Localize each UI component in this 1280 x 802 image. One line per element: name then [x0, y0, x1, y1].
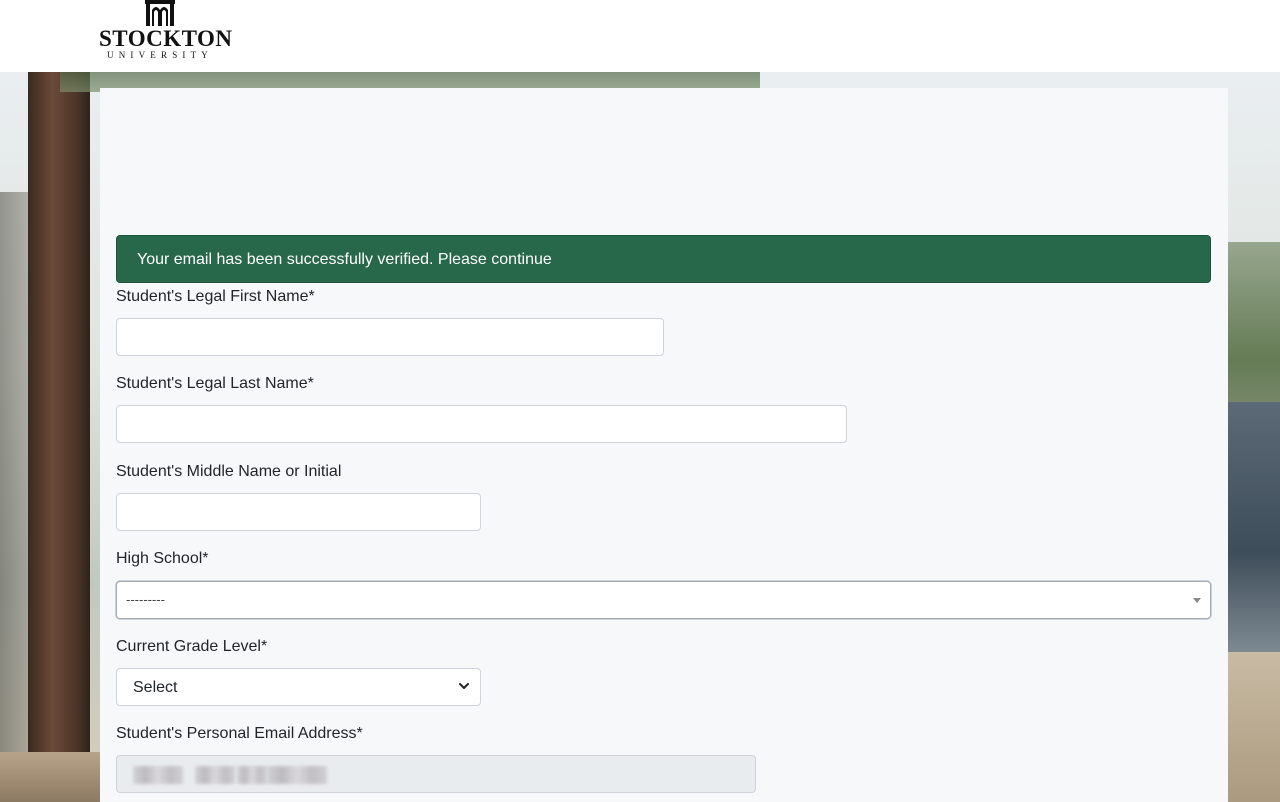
redacted-blur — [195, 766, 235, 784]
email-label: Student's Personal Email Address* — [116, 725, 363, 742]
tower-icon — [145, 0, 175, 26]
first-name-label: Student's Legal First Name* — [116, 288, 315, 305]
last-name-input[interactable] — [116, 405, 847, 443]
email-input[interactable] — [116, 755, 756, 793]
grade-level-selected: Select — [133, 679, 178, 696]
high-school-label: High School* — [116, 550, 209, 567]
redacted-blur — [237, 766, 267, 784]
middle-name-input[interactable] — [116, 493, 481, 531]
last-name-label: Student's Legal Last Name* — [116, 375, 314, 392]
middle-name-label: Student's Middle Name or Initial — [116, 463, 342, 480]
dropdown-arrow-icon — [1193, 598, 1201, 603]
logo-subtitle: UNIVERSITY — [107, 50, 213, 60]
grade-level-select[interactable]: Select — [116, 668, 481, 706]
first-name-input[interactable] — [116, 318, 664, 356]
stockton-logo[interactable]: STOCKTON UNIVERSITY — [99, 0, 233, 62]
high-school-select[interactable]: --------- — [116, 581, 1211, 619]
grade-level-label: Current Grade Level* — [116, 638, 268, 655]
site-header: STOCKTON UNIVERSITY — [0, 0, 1280, 72]
redacted-blur — [133, 766, 183, 784]
high-school-selected: --------- — [126, 592, 165, 607]
logo-wordmark: STOCKTON — [99, 26, 233, 51]
verification-success-alert: Your email has been successfully verifie… — [116, 235, 1211, 283]
registration-form-card: Your email has been successfully verifie… — [100, 88, 1228, 802]
redacted-blur — [267, 766, 327, 784]
chevron-down-icon — [459, 683, 469, 689]
